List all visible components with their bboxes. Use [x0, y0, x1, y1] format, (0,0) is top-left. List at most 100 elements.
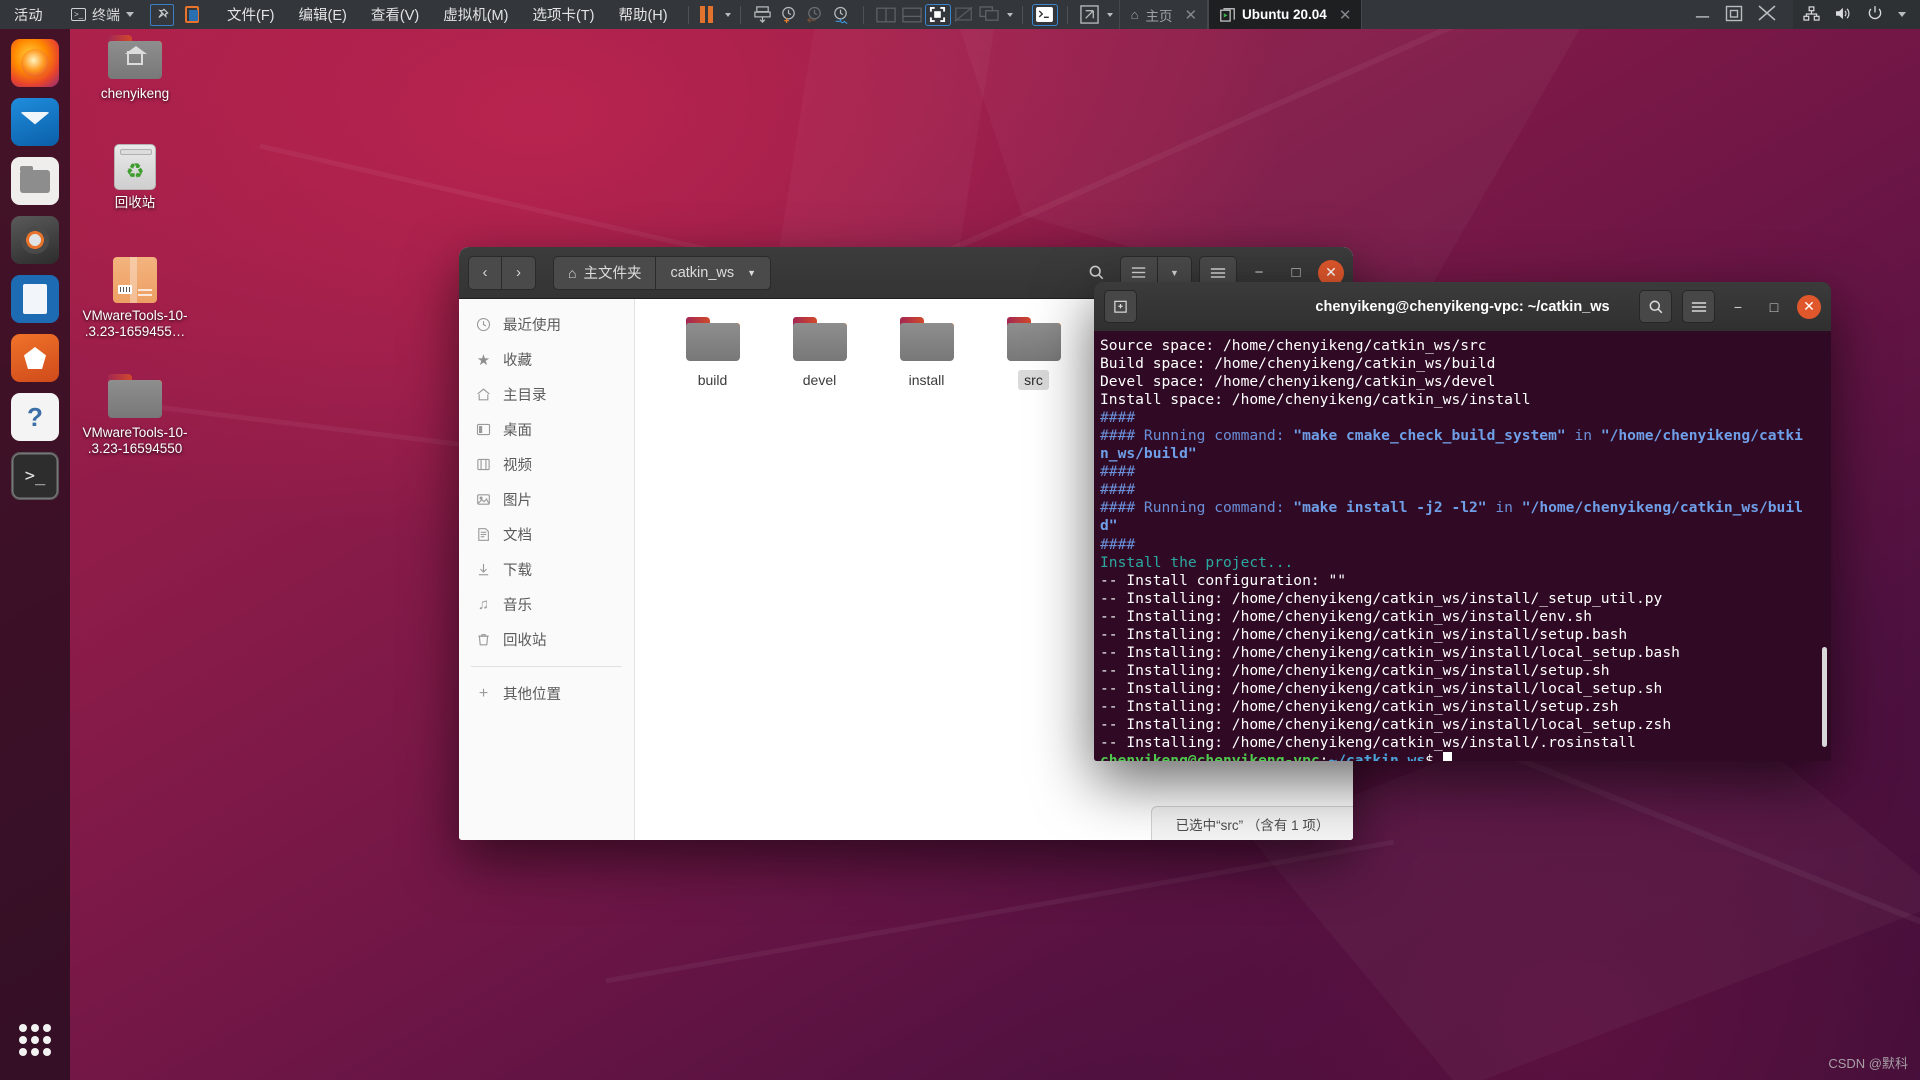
vmware-restore-button[interactable] — [1725, 5, 1743, 25]
stretch-dropdown-icon[interactable] — [1106, 12, 1113, 17]
desktop-icon-vmwaretools-archive[interactable]: VMwareTools-10- .3.23-1659455… — [75, 257, 195, 340]
ubuntu-dock[interactable]: ? >_ — [0, 29, 70, 1080]
sidebar-item-recent[interactable]: 最近使用 — [459, 307, 634, 342]
menu-file[interactable]: 文件(F) — [216, 0, 286, 29]
menu-edit[interactable]: 编辑(E) — [288, 0, 358, 29]
folder-label: src — [1018, 370, 1049, 390]
app-menu-terminal[interactable]: >_ 终端 — [59, 5, 140, 25]
dock-item-firefox[interactable] — [11, 39, 59, 87]
files-sidebar[interactable]: 最近使用 ★ 收藏 主目录 桌面 视频 图片 文档 下载 ♫ 音乐 回收站 + … — [459, 299, 635, 840]
dock-item-thunderbird[interactable] — [11, 98, 59, 146]
sidebar-item-desktop[interactable]: 桌面 — [459, 412, 634, 447]
desktop-icon-label: chenyikeng — [100, 86, 170, 101]
tab-close-icon[interactable]: ✕ — [1184, 6, 1197, 24]
folder-item-src[interactable]: src — [980, 317, 1087, 390]
pause-button[interactable] — [699, 6, 713, 23]
console-view-icon[interactable] — [1031, 3, 1058, 26]
breadcrumb-catkin-ws[interactable]: catkin_ws ▼ — [656, 255, 772, 290]
tab-home[interactable]: ⌂ 主页 ✕ — [1118, 0, 1209, 29]
toolbar-divider — [1021, 5, 1023, 24]
prompt-sigil: $ — [1425, 752, 1443, 761]
dock-item-libreoffice-writer[interactable] — [11, 275, 59, 323]
breadcrumb-home[interactable]: ⌂ 主文件夹 — [553, 255, 657, 290]
menu-tabs[interactable]: 选项卡(T) — [521, 0, 605, 29]
network-icon[interactable] — [1803, 5, 1820, 24]
power-icon[interactable] — [1867, 5, 1883, 24]
power-dropdown-icon[interactable] — [724, 12, 731, 17]
terminal-titlebar[interactable]: chenyikeng@chenyikeng-vpc: ~/catkin_ws −… — [1094, 282, 1831, 331]
vmware-tab-strip[interactable]: ⌂ 主页 ✕ Ubuntu 20.04 ✕ — [1118, 0, 1363, 29]
desktop-icon-vmwaretools-folder[interactable]: VMwareTools-10- .3.23-16594550 — [75, 374, 195, 457]
tab-close-icon[interactable]: ✕ — [1339, 6, 1352, 24]
snapshot-icon[interactable] — [750, 4, 776, 26]
breadcrumb-label: catkin_ws — [670, 264, 735, 281]
nav-buttons[interactable]: ‹ › — [468, 255, 536, 290]
desktop[interactable]: ? >_ chenyikeng ♻ 回收站 VMwareTools-10- .3… — [0, 29, 1920, 1080]
folder-item-build[interactable]: build — [659, 317, 766, 390]
new-tab-button[interactable] — [1104, 290, 1137, 323]
vmware-close-button[interactable] — [1757, 4, 1777, 25]
vmware-toolbar[interactable]: 活动 >_ 终端 文件(F) 编辑(E) 查看(V) 虚拟机(M) 选项卡(T)… — [0, 0, 1920, 29]
terminal-close-button[interactable]: ✕ — [1797, 294, 1821, 319]
desktop-icon-trash[interactable]: ♻ 回收站 — [75, 144, 195, 211]
terminal-scrollbar[interactable] — [1822, 647, 1827, 747]
unity-mode-icon[interactable] — [951, 4, 977, 26]
chevron-down-icon — [126, 12, 134, 17]
desktop-icon-home[interactable]: chenyikeng — [75, 35, 195, 102]
volume-icon[interactable] — [1835, 6, 1852, 24]
sidebar-item-home[interactable]: 主目录 — [459, 377, 634, 412]
gnome-activities-label[interactable]: 活动 — [0, 5, 59, 25]
back-button[interactable]: ‹ — [468, 255, 502, 290]
sidebar-item-documents[interactable]: 文档 — [459, 517, 634, 552]
dual-pane-icon[interactable] — [873, 4, 899, 26]
split-pane-icon[interactable] — [899, 4, 925, 26]
sidebar-item-starred[interactable]: ★ 收藏 — [459, 342, 634, 377]
sidebar-item-pictures[interactable]: 图片 — [459, 482, 634, 517]
menu-help[interactable]: 帮助(H) — [607, 0, 678, 29]
sidebar-item-downloads[interactable]: 下载 — [459, 552, 634, 587]
terminal-output[interactable]: Source space: /home/chenyikeng/catkin_ws… — [1094, 331, 1831, 761]
files-icon — [20, 165, 50, 193]
vmware-window-controls[interactable] — [1678, 4, 1793, 25]
dock-item-help[interactable]: ? — [11, 393, 59, 441]
dock-item-rhythmbox[interactable] — [11, 216, 59, 264]
folder-item-devel[interactable]: devel — [766, 317, 873, 390]
terminal-window[interactable]: chenyikeng@chenyikeng-vpc: ~/catkin_ws −… — [1094, 282, 1831, 761]
manage-snapshots-icon[interactable] — [828, 4, 854, 26]
show-applications-button[interactable] — [11, 1016, 59, 1064]
terminal-icon: >_ — [24, 466, 46, 486]
monitor-dropdown-icon[interactable] — [1006, 12, 1013, 17]
vmware-logo-icon[interactable] — [182, 5, 202, 25]
stretch-guest-icon[interactable] — [1077, 4, 1103, 26]
revert-snapshot-icon[interactable] — [802, 4, 828, 26]
terminal-line: -- Installing: /home/chenyikeng/catkin_w… — [1097, 662, 1831, 680]
terminal-search-button[interactable] — [1639, 290, 1672, 323]
terminal-minimize-button[interactable]: − — [1725, 294, 1751, 320]
terminal-menu-button[interactable] — [1682, 290, 1715, 323]
take-snapshot-icon[interactable] — [776, 4, 802, 26]
dock-item-ubuntu-software[interactable] — [11, 334, 59, 382]
dock-item-terminal[interactable]: >_ — [11, 452, 59, 500]
sidebar-item-other-locations[interactable]: + 其他位置 — [459, 676, 634, 711]
vmware-minimize-button[interactable] — [1694, 7, 1711, 23]
fullscreen-icon[interactable] — [924, 3, 951, 26]
sidebar-item-videos[interactable]: 视频 — [459, 447, 634, 482]
chevron-down-icon[interactable] — [1898, 12, 1906, 17]
breadcrumb[interactable]: ⌂ 主文件夹 catkin_ws ▼ — [553, 255, 772, 290]
menu-vm[interactable]: 虚拟机(M) — [432, 0, 519, 29]
sidebar-item-trash[interactable]: 回收站 — [459, 622, 634, 657]
folder-item-install[interactable]: install — [873, 317, 980, 390]
vmware-menubar[interactable]: 文件(F) 编辑(E) 查看(V) 虚拟机(M) 选项卡(T) 帮助(H) — [216, 0, 679, 29]
folder-icon — [685, 317, 740, 361]
forward-button[interactable]: › — [502, 255, 536, 290]
terminal-maximize-button[interactable]: □ — [1761, 294, 1787, 320]
prompt-path: ~/catkin_ws — [1328, 752, 1426, 761]
sidebar-item-music[interactable]: ♫ 音乐 — [459, 587, 634, 622]
dock-item-files[interactable] — [11, 157, 59, 205]
multi-monitor-icon[interactable] — [977, 4, 1003, 26]
pin-button[interactable] — [150, 3, 174, 26]
gnome-system-tray[interactable] — [1793, 0, 1920, 29]
tab-ubuntu-2004[interactable]: Ubuntu 20.04 ✕ — [1208, 0, 1363, 29]
apps-dot — [43, 1048, 51, 1056]
menu-view[interactable]: 查看(V) — [360, 0, 430, 29]
